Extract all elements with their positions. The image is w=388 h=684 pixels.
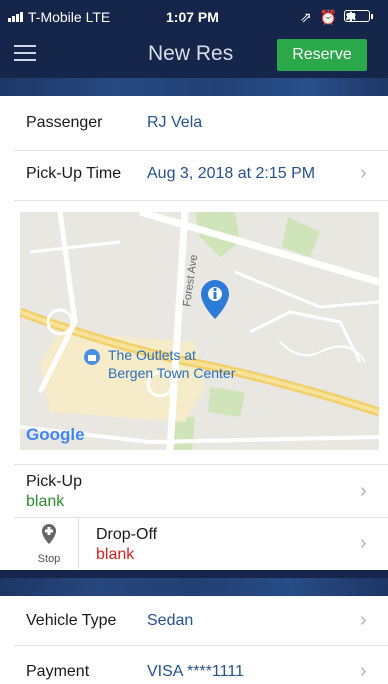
reserve-button[interactable]: Reserve: [277, 39, 367, 71]
pickup-value: blank: [26, 493, 65, 510]
chevron-right-icon: ›: [360, 660, 367, 682]
vehicle-type-row[interactable]: Vehicle Type Sedan ›: [0, 597, 388, 645]
dropoff-value: blank: [96, 546, 135, 563]
chevron-right-icon: ›: [360, 480, 367, 502]
shopping-bag-icon: [84, 349, 100, 365]
google-logo: Google: [26, 425, 85, 444]
chevron-right-icon: ›: [360, 162, 367, 184]
pickup-time-row[interactable]: Pick-Up Time Aug 3, 2018 at 2:15 PM ›: [0, 151, 388, 199]
poi-label-line1: The Outlets at: [108, 347, 196, 363]
carrier-label: T-Mobile LTE: [28, 9, 111, 25]
vehicle-type-value: Sedan: [147, 612, 194, 629]
chevron-right-icon: ›: [360, 609, 367, 631]
passenger-row[interactable]: Passenger RJ Vela: [0, 100, 388, 150]
add-stop-button[interactable]: Stop: [20, 517, 79, 569]
hamburger-menu-icon[interactable]: [14, 43, 38, 63]
clock: 1:07 PM: [166, 9, 219, 25]
pickup-time-label: Pick-Up Time: [26, 165, 122, 182]
signal-icon: [8, 12, 26, 22]
page-title: New Res: [148, 42, 234, 65]
app-header: T-Mobile LTE 1:07 PM ⇗ ⏰ ✱ New Res Reser…: [0, 0, 388, 96]
dropoff-label: Drop-Off: [96, 526, 158, 543]
chevron-right-icon: ›: [360, 532, 367, 554]
pickup-label: Pick-Up: [26, 473, 83, 490]
dropoff-row[interactable]: Drop-Off blank ›: [78, 518, 388, 570]
map-graphic: Forest Ave The Outlets at Bergen Town Ce…: [20, 212, 379, 450]
pickup-time-value: Aug 3, 2018 at 2:15 PM: [147, 165, 316, 182]
section-separator: [0, 570, 388, 596]
pickup-row[interactable]: Pick-Up blank ›: [0, 465, 388, 517]
battery-icon: [344, 10, 370, 22]
vehicle-type-label: Vehicle Type: [26, 612, 117, 629]
stop-label: Stop: [37, 553, 61, 565]
poi-label-line2: Bergen Town Center: [108, 365, 236, 381]
payment-value: VISA ****1111: [147, 663, 244, 680]
header-texture: [0, 78, 388, 96]
divider: [14, 200, 388, 201]
payment-row[interactable]: Payment VISA ****1111 ›: [0, 646, 388, 684]
payment-label: Payment: [26, 663, 90, 680]
passenger-value: RJ Vela: [147, 114, 203, 131]
map-view[interactable]: Forest Ave The Outlets at Bergen Town Ce…: [20, 212, 379, 450]
status-bar: T-Mobile LTE 1:07 PM ⇗ ⏰ ✱: [0, 0, 388, 32]
passenger-label: Passenger: [26, 114, 103, 131]
stop-pin-icon: [42, 524, 56, 544]
